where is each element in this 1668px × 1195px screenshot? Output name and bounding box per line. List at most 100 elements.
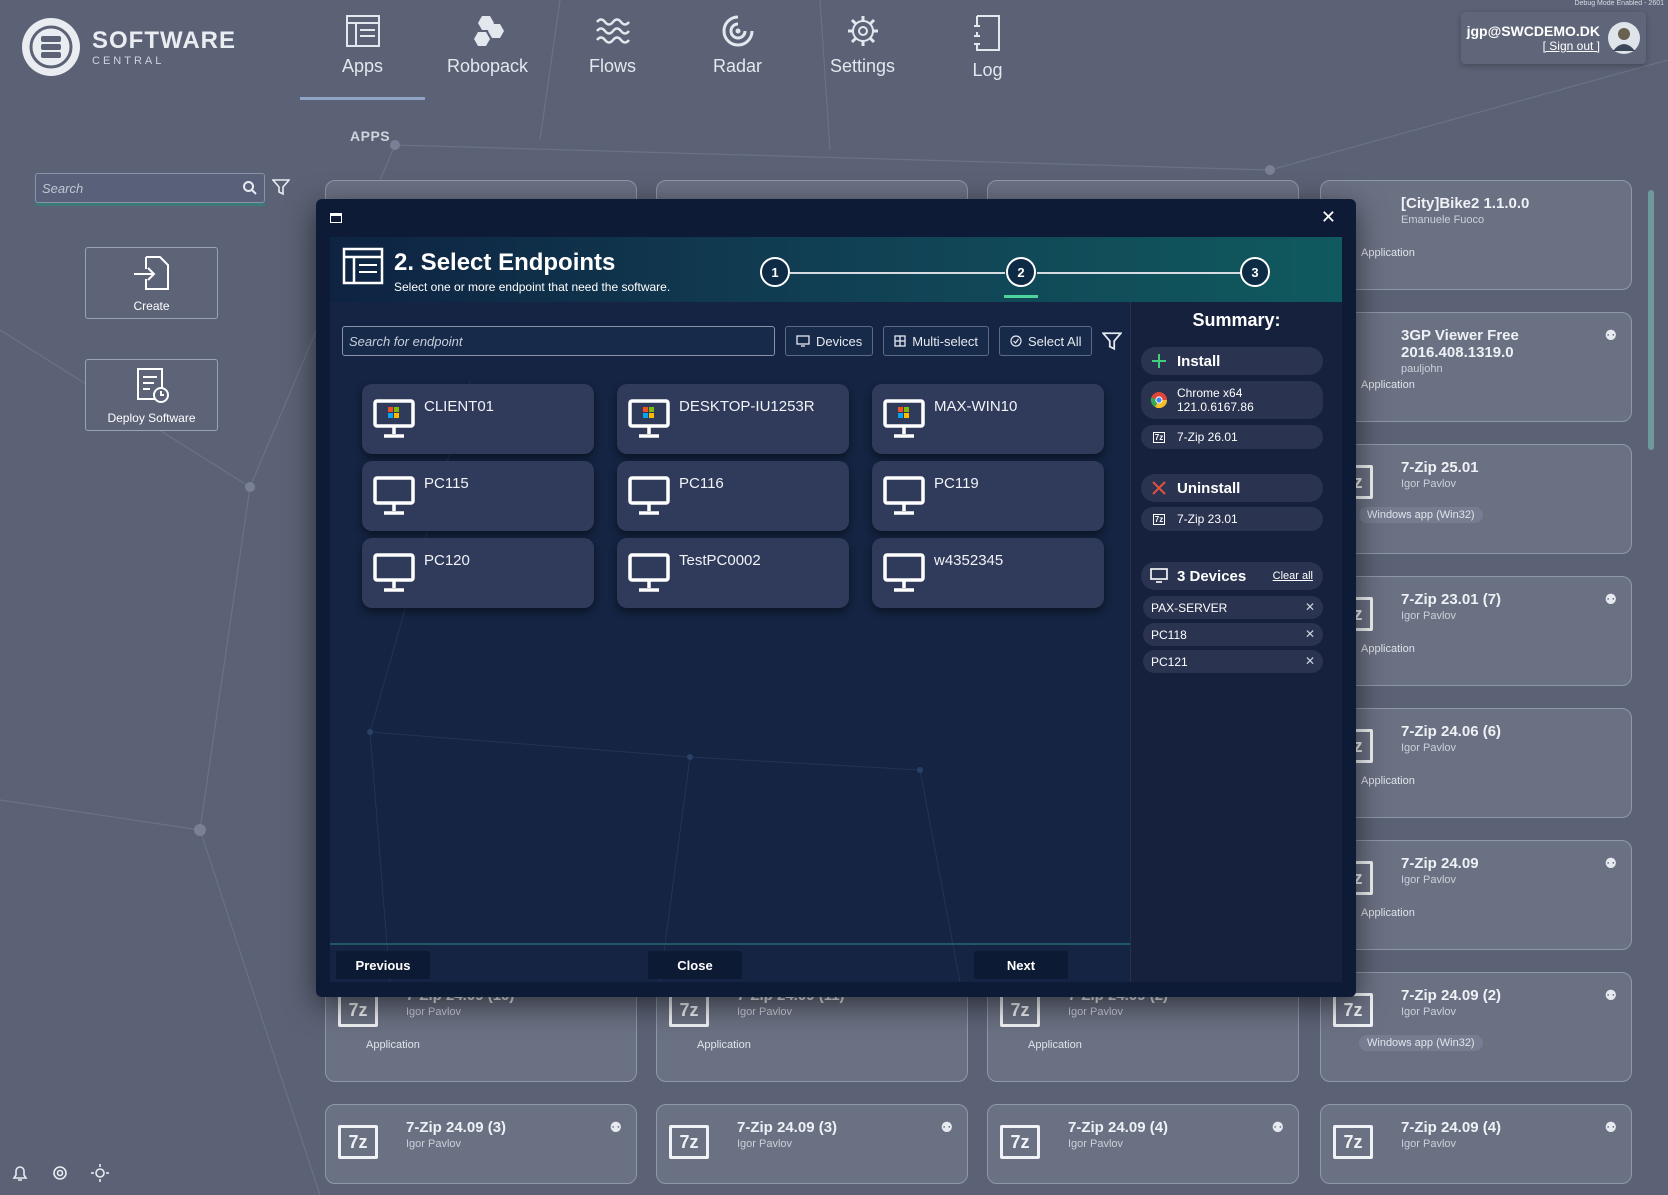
- app-search-input[interactable]: [42, 180, 242, 196]
- device-name: PC118: [1151, 627, 1187, 642]
- endpoint-card[interactable]: CLIENT01: [362, 384, 594, 454]
- endpoint-search-input[interactable]: [342, 326, 775, 356]
- install-label: Install: [1177, 352, 1221, 370]
- devices-button[interactable]: Devices: [785, 326, 874, 356]
- nav-log[interactable]: Log: [925, 0, 1050, 100]
- create-button[interactable]: Create: [85, 247, 218, 319]
- endpoint-card[interactable]: MAX-WIN10: [872, 384, 1104, 454]
- endpoint-name: MAX-WIN10: [934, 398, 1018, 415]
- filter-icon[interactable]: [272, 178, 290, 196]
- nav-settings[interactable]: Settings: [800, 0, 925, 100]
- deploy-software-button[interactable]: Deploy Software: [85, 359, 218, 431]
- search-icon[interactable]: [242, 180, 258, 196]
- app-card[interactable]: [City]Bike2 1.1.0.0 Emanuele Fuoco Appli…: [1320, 180, 1632, 290]
- app-card[interactable]: 7z 7-Zip 24.06 (6) Igor Pavlov Applicati…: [1320, 708, 1632, 818]
- app-card-author: Igor Pavlov: [1068, 1138, 1124, 1150]
- remove-device-icon[interactable]: ✕: [1305, 600, 1315, 614]
- install-item: 7z 7-Zip 26.01: [1141, 425, 1323, 449]
- share-icon[interactable]: ⚉: [1604, 855, 1617, 872]
- step-1[interactable]: 1: [760, 257, 790, 287]
- endpoint-card[interactable]: PC119: [872, 461, 1104, 531]
- bell-icon[interactable]: [10, 1163, 30, 1183]
- previous-button[interactable]: Previous: [336, 951, 430, 979]
- x-icon: [1141, 481, 1177, 495]
- app-card[interactable]: 7z 7-Zip 24.09 (2) Igor Pavlov Windows a…: [1320, 972, 1632, 1082]
- app-card[interactable]: 7z 7-Zip 24.09 (4) Igor Pavlov ⚉: [987, 1104, 1299, 1184]
- sun-theme-icon[interactable]: [90, 1163, 110, 1183]
- main-nav: Apps Robopack Flows Radar Settings Log: [300, 0, 1050, 100]
- gear-icon[interactable]: [50, 1163, 70, 1183]
- debug-mode-text: Debug Mode Enabled - 2601: [1574, 0, 1664, 7]
- endpoint-name: TestPC0002: [679, 552, 761, 569]
- app-card[interactable]: 7z 7-Zip 24.09 (3) Igor Pavlov ⚉: [656, 1104, 968, 1184]
- sign-out-link[interactable]: [ Sign out ]: [1467, 39, 1600, 53]
- app-card-tag: Application: [366, 1039, 420, 1051]
- 7zip-icon: 7z: [1000, 1125, 1040, 1159]
- endpoint-card[interactable]: DESKTOP-IU1253R: [617, 384, 849, 454]
- devices-count: 3 Devices: [1177, 567, 1247, 585]
- app-card-tag: Windows app (Win32): [1359, 1035, 1483, 1051]
- endpoint-card[interactable]: PC116: [617, 461, 849, 531]
- device-name: PAX-SERVER: [1151, 600, 1228, 615]
- app-card-author: Igor Pavlov: [1401, 874, 1457, 886]
- share-icon[interactable]: ⚉: [1604, 987, 1617, 1004]
- app-card[interactable]: 7z 7-Zip 25.01 Igor Pavlov Windows app (…: [1320, 444, 1632, 554]
- brand-logo[interactable]: SOFTWARE CENTRAL: [22, 18, 236, 76]
- app-card[interactable]: 7z 7-Zip 24.09 (3) Igor Pavlov ⚉: [325, 1104, 637, 1184]
- nav-robopack[interactable]: Robopack: [425, 0, 550, 100]
- app-card-author: Igor Pavlov: [1401, 478, 1457, 490]
- share-icon[interactable]: ⚉: [1604, 327, 1617, 344]
- remove-device-icon[interactable]: ✕: [1305, 627, 1315, 641]
- page-scrollbar[interactable]: [1648, 190, 1654, 450]
- select-all-button[interactable]: Select All: [999, 326, 1093, 356]
- app-card-tag: Application: [1361, 379, 1415, 391]
- install-item-name: Chrome x64: [1177, 386, 1243, 400]
- nav-radar[interactable]: Radar: [675, 0, 800, 100]
- app-card-tag: Application: [1361, 907, 1415, 919]
- select-endpoints-dialog: ✕ 2. Select Endpoints Select one or more…: [316, 199, 1356, 997]
- devices-header: 3 Devices Clear all: [1141, 562, 1323, 590]
- remove-device-icon[interactable]: ✕: [1305, 654, 1315, 668]
- step-2[interactable]: 2: [1006, 257, 1036, 287]
- endpoint-name: PC119: [934, 475, 979, 492]
- close-icon[interactable]: ✕: [1321, 207, 1336, 228]
- app-card-author: Igor Pavlov: [1401, 742, 1457, 754]
- endpoint-card[interactable]: w4352345: [872, 538, 1104, 608]
- endpoint-card[interactable]: TestPC0002: [617, 538, 849, 608]
- app-card[interactable]: 7z 7-Zip 24.09 Igor Pavlov Application ⚉: [1320, 840, 1632, 950]
- share-icon[interactable]: ⚉: [1604, 591, 1617, 608]
- 7zip-icon: 7z: [669, 1125, 709, 1159]
- app-card[interactable]: 7z 7-Zip 23.01 (7) Igor Pavlov Applicati…: [1320, 576, 1632, 686]
- nav-apps[interactable]: Apps: [300, 0, 425, 100]
- install-item-name: 7-Zip 26.01: [1177, 430, 1238, 444]
- user-avatar-icon: [1613, 28, 1635, 51]
- nav-flows[interactable]: Flows: [550, 0, 675, 100]
- computer-icon: [883, 553, 925, 592]
- app-card-tag: Windows app (Win32): [1359, 507, 1483, 523]
- share-icon[interactable]: ⚉: [1604, 1119, 1617, 1136]
- chrome-icon: [1141, 391, 1177, 409]
- endpoint-name: PC120: [424, 552, 470, 569]
- share-icon[interactable]: ⚉: [609, 1119, 622, 1136]
- endpoint-card[interactable]: PC120: [362, 538, 594, 608]
- multi-select-button[interactable]: Multi-select: [883, 326, 989, 356]
- share-icon[interactable]: ⚉: [940, 1119, 953, 1136]
- avatar[interactable]: [1608, 22, 1640, 54]
- app-card[interactable]: 7z 7-Zip 24.09 (4) Igor Pavlov ⚉: [1320, 1104, 1632, 1184]
- nav-label: Settings: [829, 56, 896, 76]
- next-button[interactable]: Next: [974, 951, 1068, 979]
- app-card-tag: Application: [1361, 247, 1415, 259]
- app-card-author: Igor Pavlov: [1401, 1138, 1457, 1150]
- multi-select-label: Multi-select: [912, 333, 978, 349]
- step-3[interactable]: 3: [1240, 257, 1270, 287]
- endpoint-card[interactable]: PC115: [362, 461, 594, 531]
- app-card[interactable]: 3GP Viewer Free 2016.408.1319.0 pauljohn…: [1320, 312, 1632, 422]
- filter-icon[interactable]: [1102, 331, 1123, 351]
- close-button[interactable]: Close: [648, 951, 742, 979]
- app-card-author: Igor Pavlov: [406, 1006, 462, 1018]
- clear-all-link[interactable]: Clear all: [1273, 570, 1313, 582]
- plus-icon: [1141, 353, 1177, 369]
- share-icon[interactable]: ⚉: [1271, 1119, 1284, 1136]
- nav-label: Radar: [712, 56, 763, 76]
- app-card-tag: Application: [1361, 775, 1415, 787]
